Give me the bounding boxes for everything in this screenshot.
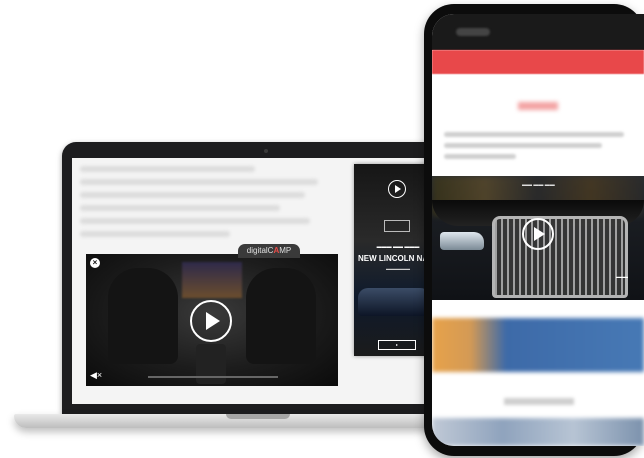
phone-banner-blurred (432, 318, 644, 372)
laptop-base-notch (226, 414, 290, 419)
laptop-lid: digitalCAMP × ◀× ▬▬▬ ▬▬ ▬▬▬ NEW LINCOLN … (62, 142, 454, 414)
play-icon[interactable] (522, 218, 554, 250)
close-icon[interactable]: × (90, 258, 100, 268)
video-city-view (182, 262, 242, 298)
phone-site-header (432, 50, 644, 74)
video-side-caption: ▬▬▬ (616, 274, 628, 279)
car-headlight (440, 232, 484, 250)
video-seat-right (246, 268, 316, 364)
video-fineprint (148, 376, 278, 378)
phone-video-ad[interactable]: ▬▬ ▬▬ ▬▬ ▬▬▬ (432, 176, 644, 300)
floating-video-player[interactable]: × ◀× (86, 254, 338, 386)
phone-subheading-blurred (504, 398, 574, 405)
video-console (196, 344, 226, 384)
lincoln-logo-icon (384, 220, 410, 232)
speaker-muted-icon[interactable]: ◀× (90, 370, 102, 381)
play-icon[interactable] (190, 300, 232, 342)
ad-cta-button[interactable]: ▸ (378, 340, 416, 350)
video-korean-caption: ▬▬ ▬▬ ▬▬ (522, 182, 555, 188)
phone-mockup: ▬▬ ▬▬ ▬▬ ▬▬▬ (424, 4, 644, 456)
ad-car-image (358, 288, 434, 316)
play-icon[interactable] (388, 180, 406, 198)
car-grille (492, 216, 628, 298)
player-brand-tab: digitalCAMP (238, 244, 300, 258)
phone-bottom-content-blurred (432, 418, 644, 446)
phone-section-title-blurred (518, 102, 558, 110)
phone-screen: ▬▬ ▬▬ ▬▬ ▬▬▬ (432, 14, 644, 446)
phone-article-text-blurred (444, 132, 624, 165)
laptop-screen: digitalCAMP × ◀× ▬▬▬ ▬▬ ▬▬▬ NEW LINCOLN … (72, 158, 444, 404)
video-seat-left (108, 268, 178, 364)
laptop-camera (264, 149, 268, 153)
article-text-blurred (80, 166, 330, 244)
phone-status-bar (432, 14, 644, 50)
